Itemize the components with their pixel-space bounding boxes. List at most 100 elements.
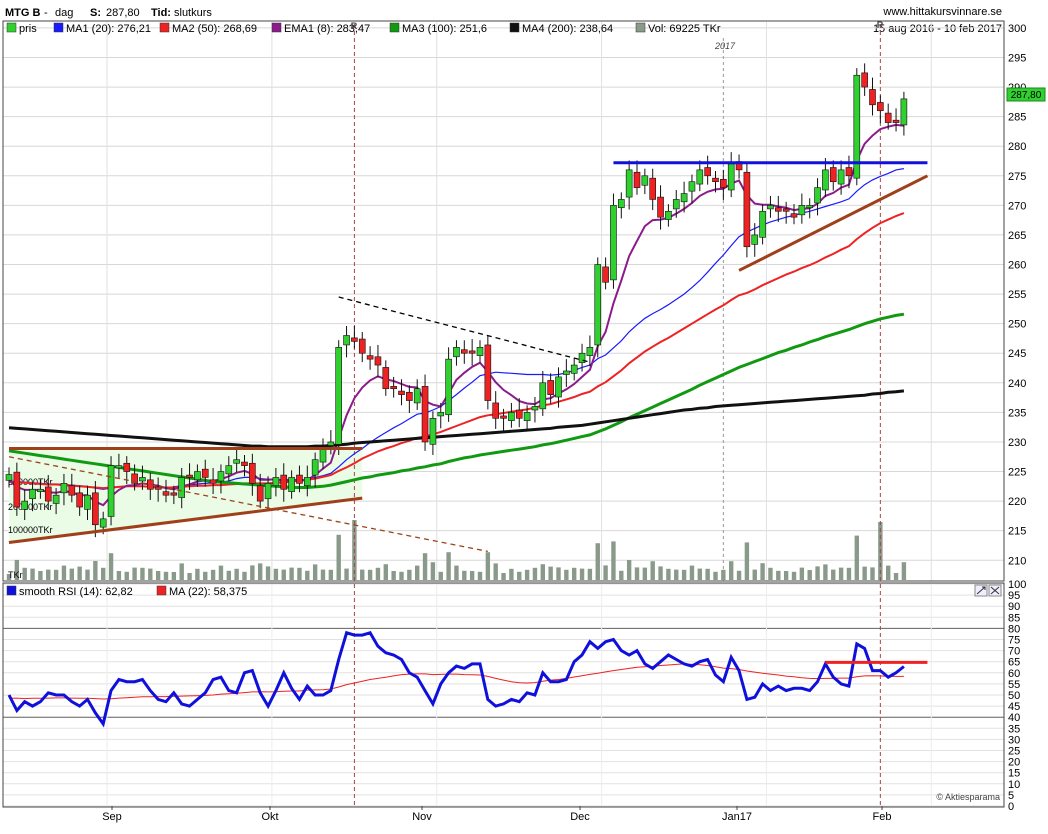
close-icon[interactable] bbox=[988, 584, 1002, 597]
price-axis-label: 250 bbox=[1008, 319, 1026, 331]
candle-body bbox=[610, 205, 617, 281]
volume-bar bbox=[893, 573, 899, 580]
date-range-label: 15 aug 2016 - 10 feb 2017 bbox=[873, 23, 1002, 35]
candle-body bbox=[233, 459, 240, 464]
volume-bar bbox=[22, 567, 27, 580]
candle-body bbox=[139, 477, 146, 482]
candle-body bbox=[264, 483, 272, 500]
volume-bar bbox=[38, 571, 43, 580]
volume-bar bbox=[823, 564, 828, 580]
volume-bar bbox=[807, 570, 812, 580]
candle-body bbox=[44, 486, 52, 502]
price-axis-label: 255 bbox=[1008, 289, 1026, 301]
price-axis-label: 300 bbox=[1008, 23, 1026, 35]
year-marker: 2017 bbox=[714, 41, 736, 51]
period-label: dag bbox=[55, 7, 73, 19]
volume-bar bbox=[485, 552, 491, 580]
volume-bar bbox=[108, 553, 114, 580]
volume-bar bbox=[509, 568, 514, 580]
rsi-axis-label: 70 bbox=[1008, 646, 1020, 658]
volume-bar bbox=[713, 571, 718, 580]
candle-body bbox=[272, 477, 280, 487]
legend-swatch bbox=[509, 22, 520, 33]
candle-body bbox=[413, 388, 421, 404]
volume-bar bbox=[383, 564, 388, 580]
candle-body bbox=[382, 367, 390, 390]
legend-swatch bbox=[6, 22, 17, 33]
candle-body bbox=[249, 462, 256, 484]
volume-bar bbox=[312, 564, 318, 580]
candle-body bbox=[515, 409, 523, 419]
volume-bar bbox=[124, 571, 129, 580]
candle-body bbox=[303, 477, 311, 487]
volume-bar bbox=[179, 563, 184, 580]
candle-body bbox=[892, 119, 900, 123]
price-axis-label: 280 bbox=[1008, 141, 1026, 153]
rsi-axis-label: 45 bbox=[1008, 701, 1020, 713]
legend-item: MA4 (200): 238,64 bbox=[522, 23, 613, 35]
resize-icon[interactable] bbox=[974, 584, 988, 597]
price-axis-label: 245 bbox=[1008, 348, 1026, 360]
volume-bar bbox=[203, 571, 208, 580]
candle-body bbox=[869, 89, 876, 106]
candle-body bbox=[767, 205, 774, 210]
s-value: 287,80 bbox=[106, 7, 140, 19]
volume-bar bbox=[729, 561, 734, 580]
price-axis-label: 270 bbox=[1008, 200, 1026, 212]
price-axis-label: 220 bbox=[1008, 496, 1026, 508]
candle-body bbox=[657, 196, 664, 218]
candle-body bbox=[123, 462, 131, 472]
rsi-axis-label: 55 bbox=[1008, 679, 1020, 691]
candle-body bbox=[406, 391, 413, 401]
candle-body bbox=[688, 181, 696, 192]
candle-body bbox=[170, 492, 178, 496]
volume-bar bbox=[454, 565, 459, 580]
price-axis-label: 285 bbox=[1008, 112, 1026, 124]
candle-body bbox=[759, 210, 766, 238]
legend-swatch bbox=[389, 22, 400, 33]
rsi-axis-label: 20 bbox=[1008, 757, 1020, 769]
s-label: S: bbox=[90, 7, 101, 19]
volume-bar bbox=[210, 569, 216, 580]
candle-body bbox=[649, 177, 657, 200]
candle-body bbox=[492, 402, 500, 419]
volume-bar bbox=[320, 569, 326, 580]
volume-bar bbox=[886, 565, 891, 580]
rsi-axis-label: 25 bbox=[1008, 746, 1020, 758]
candle-body bbox=[617, 199, 625, 209]
volume-bar bbox=[155, 571, 161, 580]
candle-body bbox=[460, 349, 468, 354]
candle-body bbox=[68, 485, 76, 496]
volume-bar bbox=[776, 570, 781, 580]
rsi-axis-label: 15 bbox=[1008, 768, 1020, 780]
volume-bar bbox=[438, 571, 443, 580]
x-axis-label: Okt bbox=[261, 811, 278, 823]
candle-body bbox=[209, 479, 217, 484]
volume-bar bbox=[446, 552, 451, 580]
volume-bar bbox=[870, 567, 875, 580]
candle-body bbox=[296, 474, 303, 484]
candle-body bbox=[547, 380, 554, 395]
volume-bar bbox=[736, 570, 742, 580]
volume-bar bbox=[187, 573, 192, 580]
rsi-axis-label: 30 bbox=[1008, 734, 1020, 746]
rsi-axis-label: 40 bbox=[1008, 712, 1020, 724]
legend-item: Vol: 69225 TKr bbox=[648, 23, 721, 35]
volume-bar bbox=[422, 553, 428, 580]
candle-body bbox=[531, 406, 539, 411]
price-axis-label: 215 bbox=[1008, 526, 1026, 538]
volume-bar bbox=[218, 565, 224, 580]
candle-body bbox=[484, 344, 492, 401]
candle-body bbox=[29, 488, 36, 500]
price-axis-label: 225 bbox=[1008, 467, 1026, 479]
candle-body bbox=[453, 347, 460, 358]
volume-bar bbox=[462, 570, 467, 580]
volume-bar bbox=[493, 563, 498, 580]
candle-body bbox=[280, 474, 288, 490]
volume-bar bbox=[697, 568, 702, 580]
site-label: www.hittakursvinnare.se bbox=[882, 6, 1002, 18]
candle-body bbox=[782, 208, 790, 212]
volume-bar bbox=[626, 560, 632, 580]
volume-bar bbox=[399, 571, 404, 580]
candle-body bbox=[343, 335, 350, 346]
